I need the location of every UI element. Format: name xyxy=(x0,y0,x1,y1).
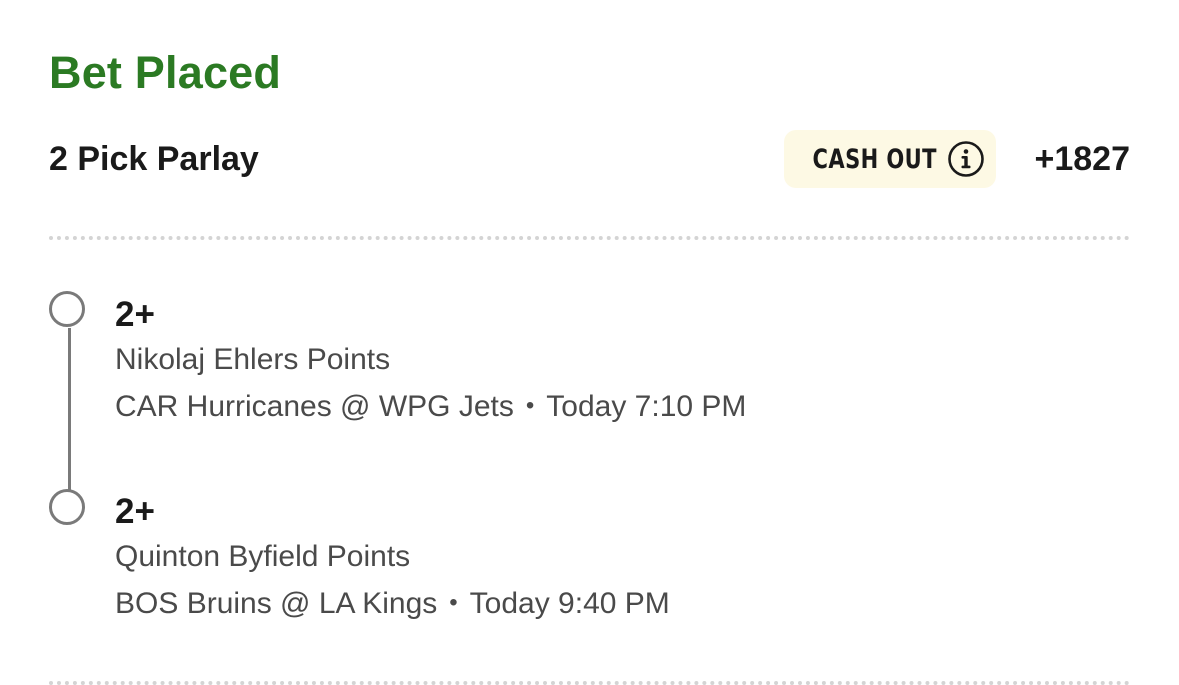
leg-time: Today 7:10 PM xyxy=(546,390,747,423)
leg-market: Nikolaj Ehlers Points xyxy=(115,343,391,376)
leg-matchup: BOS Bruins @ LA Kings xyxy=(115,587,438,620)
info-icon[interactable] xyxy=(947,140,985,178)
parlay-leg[interactable]: 2+ Quinton Byfield Points BOS Bruins @ L… xyxy=(115,494,670,619)
divider xyxy=(49,236,1130,240)
bet-header-row: 2 Pick Parlay CASH OUT +1827 xyxy=(49,130,1130,190)
divider xyxy=(49,681,1130,685)
leg-marker-circle-icon xyxy=(49,291,85,327)
leg-separator: • xyxy=(525,392,535,419)
leg-separator: • xyxy=(449,589,458,616)
leg-timeline-connector xyxy=(68,328,71,490)
cash-out-button[interactable]: CASH OUT xyxy=(784,130,996,188)
leg-game-info: CAR Hurricanes @ WPG Jets • Today 7:10 PM xyxy=(115,392,746,422)
cash-out-label: CASH OUT xyxy=(812,143,938,175)
parlay-leg[interactable]: 2+ Nikolaj Ehlers Points CAR Hurricanes … xyxy=(115,297,746,422)
bet-type-label: 2 Pick Parlay xyxy=(49,140,259,178)
leg-matchup: CAR Hurricanes @ WPG Jets xyxy=(115,390,514,423)
leg-game-info: BOS Bruins @ LA Kings • Today 9:40 PM xyxy=(115,589,670,619)
leg-time: Today 9:40 PM xyxy=(469,587,670,620)
leg-line: 2+ xyxy=(115,295,155,334)
bet-status-title: Bet Placed xyxy=(49,47,282,98)
leg-marker-circle-icon xyxy=(49,489,85,525)
leg-market: Quinton Byfield Points xyxy=(115,540,411,573)
leg-line: 2+ xyxy=(115,492,155,531)
bet-odds: +1827 xyxy=(1034,140,1131,178)
